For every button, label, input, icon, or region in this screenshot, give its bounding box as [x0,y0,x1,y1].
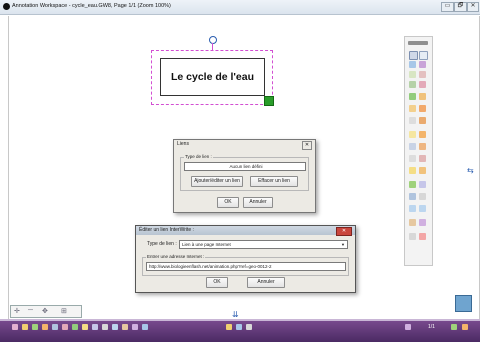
bottom-tool-2-icon[interactable] [22,324,28,330]
link-type-label: Type de lien : [147,241,177,247]
line-tool-icon[interactable] [409,93,416,100]
window-title: Annotation Workspace - cycle_eau.GW8, Pa… [12,3,171,9]
undo-tool-icon[interactable] [409,205,416,212]
color-tool-icon[interactable] [419,105,426,112]
text-tool-icon[interactable] [409,117,416,124]
select-tool-icon[interactable] [409,51,418,60]
edit-link-dialog-close-button[interactable]: ✕ [336,227,352,236]
rotate-handle-stem [212,43,213,50]
toolbar-grip-icon[interactable] [408,41,428,45]
pen-tool-icon[interactable] [419,71,426,78]
note-tool-icon[interactable] [419,61,426,68]
media-tool-icon[interactable] [419,143,426,150]
address-input[interactable]: http://www.biologieenflash.net/animation… [146,262,346,271]
zoom-out-icon[interactable]: ─ [28,307,33,314]
pointer-tool-icon[interactable] [409,61,416,68]
workspace-mode-icon[interactable] [455,295,472,312]
links-dialog: Liens ✕ Type de lien : Aucun lien défini… [173,139,316,213]
bottom-tool-12-icon[interactable] [122,324,128,330]
keyboard-tool-icon[interactable] [409,193,416,200]
links-list[interactable]: Aucun lien défini [184,162,306,171]
next-page-icon[interactable] [451,324,457,330]
bottom-tool-6-icon[interactable] [62,324,68,330]
link-type-value: Lien à une page Internet [182,242,231,247]
bottom-toolbar-border [0,319,480,321]
bottom-tool-10-icon[interactable] [102,324,108,330]
folder-tool-icon[interactable] [409,131,416,138]
links-dialog-close-button[interactable]: ✕ [302,141,312,150]
chevron-down-icon[interactable]: ▼ [341,241,346,248]
side-arrows-icon[interactable]: ⇆ [467,166,475,175]
capture-tool-icon[interactable] [419,181,426,188]
screen-tool-icon[interactable] [409,71,416,78]
shape-tool-icon[interactable] [419,93,426,100]
image-tool-icon[interactable] [419,117,426,124]
print-tool-icon[interactable] [409,219,416,226]
bottom-tool-11-icon[interactable] [112,324,118,330]
previous-page-icon[interactable] [405,324,411,330]
exit-tool-icon[interactable] [419,233,426,240]
add-page-icon[interactable] [462,324,468,330]
bottom-tool-9-icon[interactable] [92,324,98,330]
app-icon [3,3,10,10]
bottom-tool-1-icon[interactable] [12,324,18,330]
folder-icon[interactable] [226,324,232,330]
edit-link-dialog-title: Éditer un lien InterWrite : [136,226,355,235]
edit-cancel-button[interactable]: Annuler [247,277,285,288]
bottom-tool-14-icon[interactable] [142,324,148,330]
edit-link-dialog: Éditer un lien InterWrite : ✕ Type de li… [135,225,356,293]
bottom-tool-7-icon[interactable] [72,324,78,330]
pan-icon[interactable]: ✥ [42,307,48,315]
gallery-tool-icon[interactable] [419,131,426,138]
title-text-box[interactable]: Le cycle de l'eau [160,58,265,96]
zoom-toolbar: ✛ ─ ✥ ⊞ [10,305,82,318]
protractor-tool-icon[interactable] [419,155,426,162]
rotate-handle-icon[interactable] [209,36,217,44]
highlighter-tool-icon[interactable] [409,81,416,88]
recorder-tool-icon[interactable] [409,181,416,188]
eraser-tool-icon[interactable] [419,81,426,88]
bottom-tool-3-icon[interactable] [32,324,38,330]
resize-handle-icon[interactable] [264,96,274,106]
bottom-toolbar [0,319,480,342]
links-dialog-title: Liens [177,141,189,147]
add-edit-link-button[interactable]: Ajouter/éditer un lien [191,176,243,187]
bottom-tool-5-icon[interactable] [52,324,58,330]
close-window-button[interactable]: ✕ [467,2,479,12]
delete-link-button[interactable]: Effacer un lien [250,176,298,187]
help-tool-icon[interactable] [409,233,416,240]
maximize-button[interactable]: 🗗 [454,2,467,12]
link-type-select[interactable]: Lien à une page Internet ▼ [179,240,348,249]
edit-ok-button[interactable]: OK [206,277,228,288]
bottom-tool-8-icon[interactable] [82,324,88,330]
light-tool-icon[interactable] [409,167,416,174]
table-tool-icon[interactable] [409,143,416,150]
calculator-tool-icon[interactable] [419,193,426,200]
minimize-button[interactable]: ▭ [441,2,454,12]
bottom-tool-13-icon[interactable] [132,324,138,330]
links-cancel-button[interactable]: Annuler [243,197,273,208]
right-toolbar [404,36,433,266]
ruler-tool-icon[interactable] [409,155,416,162]
page-tool-icon[interactable] [419,51,428,60]
zoom-in-icon[interactable]: ✛ [14,307,20,315]
print-icon[interactable] [246,324,252,330]
redo-tool-icon[interactable] [419,205,426,212]
link-type-group-label: Type de lien : [184,154,213,159]
address-label: Entrer une adresse Internet : [146,254,206,259]
spotlight-tool-icon[interactable] [419,167,426,174]
page-indicator: 1/1 [428,324,435,330]
links-ok-button[interactable]: OK [217,197,239,208]
scroll-down-icon[interactable]: ⇊ [232,310,239,319]
fit-page-icon[interactable]: ⊞ [61,307,67,315]
bottom-tool-4-icon[interactable] [42,324,48,330]
settings-tool-icon[interactable] [419,219,426,226]
fill-tool-icon[interactable] [409,105,416,112]
save-icon[interactable] [236,324,242,330]
